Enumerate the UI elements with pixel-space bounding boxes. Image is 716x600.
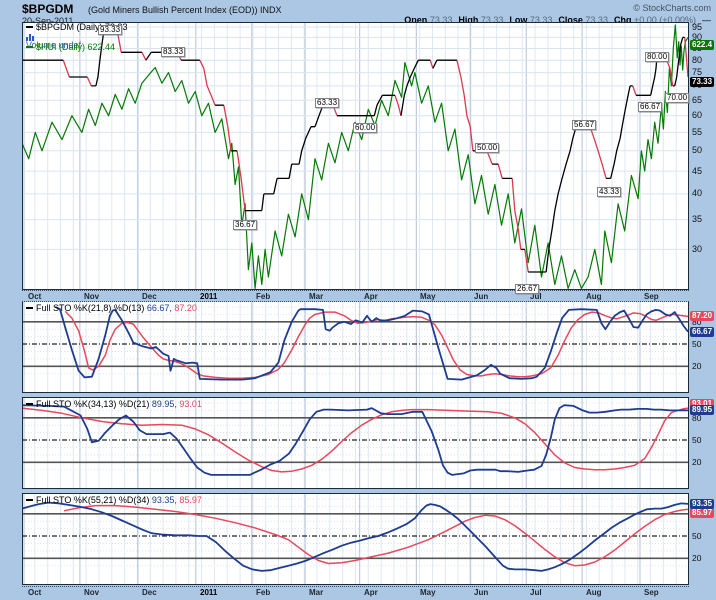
- price-callout-93.33: 93.33: [98, 25, 122, 35]
- sto-line-swatch-icon: [26, 403, 33, 405]
- month-label-Sep: Sep: [644, 588, 659, 597]
- sto-panel-2: [0, 397, 716, 489]
- sto-k-value: 93.35,: [152, 495, 180, 505]
- symbol-title: $BPGDM: [22, 2, 73, 16]
- month-label-Aug: Aug: [586, 292, 602, 301]
- sto-d-value: 85.97: [179, 495, 202, 505]
- sto2-y-tick-50: 50: [692, 436, 701, 445]
- price-callout-50.00: 50.00: [475, 143, 499, 153]
- main-y-tick-80: 80: [692, 56, 702, 65]
- month-label-2011: 2011: [200, 588, 217, 597]
- sto3-y-tick-50: 50: [692, 532, 701, 541]
- sto-legend-2: Full STO %K(34,13) %D(21) 89.95, 93.01: [26, 400, 202, 409]
- sto-panel-3: [0, 493, 716, 585]
- price-callout-83.33: 83.33: [161, 47, 185, 57]
- last-price-badge-0: 622.4: [690, 40, 714, 50]
- sto-legend-title: Full STO %K(55,21) %D(34): [36, 495, 152, 505]
- bpgdm-line-swatch-icon: [26, 26, 33, 28]
- month-label-Feb: Feb: [256, 292, 270, 301]
- month-label-2011: 2011: [200, 292, 217, 301]
- sto-d-value: 93.01: [179, 399, 202, 409]
- hui-line-swatch-icon: [26, 46, 33, 48]
- sto3-badge-1: 85.97: [690, 508, 714, 518]
- main-y-tick-55: 55: [692, 128, 702, 137]
- month-label-Apr: Apr: [364, 292, 378, 301]
- main-y-tick-65: 65: [692, 96, 702, 105]
- sto1-y-tick-20: 20: [692, 362, 701, 371]
- main-y-tick-30: 30: [692, 245, 702, 254]
- month-label-Jun: Jun: [474, 292, 488, 301]
- month-label-May: May: [420, 588, 436, 597]
- sto2-badge-1: 89.95: [690, 405, 714, 415]
- sto-k-value: 89.95,: [152, 399, 180, 409]
- main-y-tick-35: 35: [692, 215, 702, 224]
- month-label-Oct: Oct: [28, 588, 41, 597]
- main-y-tick-40: 40: [692, 189, 702, 198]
- month-label-Jun: Jun: [474, 588, 488, 597]
- month-label-Jul: Jul: [530, 588, 542, 597]
- x-axis-strip-top: OctNovDec2011FebMarAprMayJunJulAugSep: [22, 290, 689, 302]
- sto-legend-3: Full STO %K(55,21) %D(34) 93.35, 85.97: [26, 496, 202, 505]
- sto2-y-tick-20: 20: [692, 458, 701, 467]
- main-y-tick-75: 75: [692, 68, 702, 77]
- sto3-y-tick-20: 20: [692, 554, 701, 563]
- price-callout-26.67: 26.67: [515, 284, 539, 294]
- month-label-Nov: Nov: [84, 588, 99, 597]
- main-y-tick-50: 50: [692, 146, 702, 155]
- month-label-Dec: Dec: [142, 588, 157, 597]
- sto-panel-1: [0, 301, 716, 393]
- price-callout-36.67: 36.67: [233, 220, 257, 230]
- price-callout-56.67: 56.67: [572, 120, 596, 130]
- main-y-tick-60: 60: [692, 111, 702, 120]
- month-label-Mar: Mar: [309, 588, 323, 597]
- sto1-badge-0: 87.20: [690, 311, 714, 321]
- price-callout-80.00: 80.00: [645, 52, 669, 62]
- main-y-tick-95: 95: [692, 23, 702, 32]
- price-callout-43.33: 43.33: [597, 187, 621, 197]
- month-label-Sep: Sep: [644, 292, 659, 301]
- last-price-badge-1: 73.33: [690, 77, 714, 87]
- sto-d-value: 87.20: [174, 303, 197, 313]
- sto-legend-title: Full STO %K(21,8) %D(13): [36, 303, 147, 313]
- stockcharts-chart: $BPGDM (Gold Miners Bullish Percent Inde…: [0, 0, 716, 600]
- month-label-Nov: Nov: [84, 292, 99, 301]
- month-label-May: May: [420, 292, 436, 301]
- sto-line-swatch-icon: [26, 307, 33, 309]
- sto-k-value: 66.67,: [147, 303, 175, 313]
- price-callout-70.00: 70.00: [665, 93, 689, 103]
- sto-legend-title: Full STO %K(34,13) %D(21): [36, 399, 152, 409]
- month-label-Feb: Feb: [256, 588, 270, 597]
- main-chart-canvas: [0, 22, 716, 290]
- sto1-y-tick-50: 50: [692, 340, 701, 349]
- month-label-Oct: Oct: [28, 292, 41, 301]
- price-callout-63.33: 63.33: [315, 98, 339, 108]
- index-full-name: (Gold Miners Bullish Percent Index (EOD)…: [88, 5, 282, 15]
- sto1-badge-1: 66.67: [690, 327, 714, 337]
- month-label-Aug: Aug: [586, 588, 602, 597]
- sto3-badge-0: 93.35: [690, 499, 714, 509]
- copyright-text: © StockCharts.com: [633, 3, 711, 13]
- month-label-Mar: Mar: [309, 292, 323, 301]
- legend-hui: $HUI (Daily) 622.44: [26, 43, 115, 52]
- main-y-tick-45: 45: [692, 167, 702, 176]
- price-callout-66.67: 66.67: [638, 102, 662, 112]
- sto2-y-tick-80: 80: [692, 414, 701, 423]
- sto-legend-1: Full STO %K(21,8) %D(13) 66.67, 87.20: [26, 304, 197, 313]
- sto-line-swatch-icon: [26, 499, 33, 501]
- x-axis-strip-bottom: Oct Nov Dec 2011 Feb Mar Apr May Jun Jul Aug Sep: [22, 586, 689, 600]
- price-callout-60.00: 60.00: [353, 123, 377, 133]
- month-label-Dec: Dec: [142, 292, 157, 301]
- month-label-Apr: Apr: [364, 588, 378, 597]
